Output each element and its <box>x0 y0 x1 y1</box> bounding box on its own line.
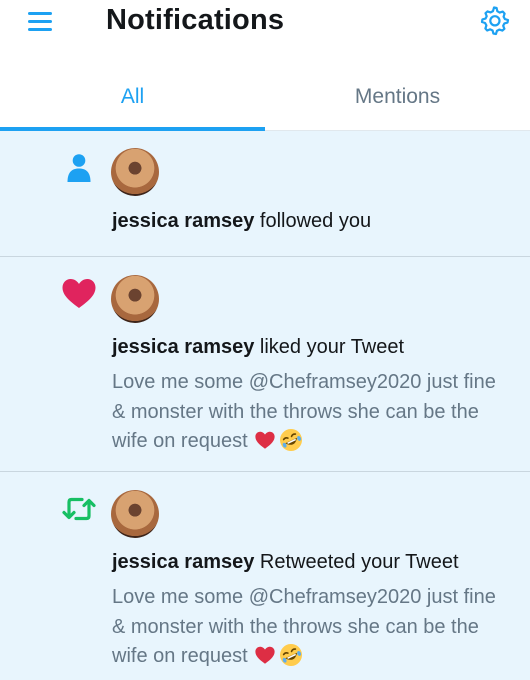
tweet-text-block: Love me some @Cheframsey2020 just fine &… <box>112 368 512 457</box>
user-name[interactable]: jessica ramsey <box>112 336 254 358</box>
heart-emoji-icon <box>255 646 275 664</box>
notification-headline: jessica ramsey liked your Tweet <box>112 336 404 359</box>
retweet-icon <box>60 490 98 528</box>
notifications-feed: jessica ramsey followed you jessica rams… <box>0 131 530 680</box>
notification-tabs: All Mentions <box>0 64 530 131</box>
tweet-text: Love me some @Cheframsey2020 just fine &… <box>112 371 496 452</box>
page-title: Notifications <box>106 4 285 36</box>
heart-icon <box>60 275 98 313</box>
user-name[interactable]: jessica ramsey <box>112 210 254 232</box>
heart-emoji-icon <box>255 431 275 449</box>
notification-like[interactable]: jessica ramsey liked your Tweet Love me … <box>0 257 530 472</box>
app-header: Notifications <box>0 0 530 56</box>
avatar[interactable] <box>111 490 159 538</box>
rolling-laughing-emoji-icon <box>279 429 302 451</box>
avatar[interactable] <box>111 148 159 196</box>
person-icon <box>60 149 98 187</box>
notification-action: liked your Tweet <box>259 336 405 358</box>
avatar[interactable] <box>111 275 159 323</box>
rolling-laughing-emoji-icon <box>279 644 302 666</box>
tab-mentions[interactable]: Mentions <box>265 64 530 131</box>
user-name[interactable]: jessica ramsey <box>112 551 254 573</box>
notification-follow[interactable]: jessica ramsey followed you <box>0 131 530 257</box>
notification-action: Retweeted your Tweet <box>259 551 459 573</box>
notification-headline: jessica ramsey followed you <box>112 210 371 233</box>
notification-headline: jessica ramsey Retweeted your Tweet <box>112 551 459 574</box>
gear-icon[interactable] <box>478 4 510 36</box>
tab-all[interactable]: All <box>0 64 265 131</box>
tweet-text-block: Love me some @Cheframsey2020 just fine &… <box>112 583 512 672</box>
tweet-text: Love me some @Cheframsey2020 just fine &… <box>112 586 496 667</box>
notification-retweet[interactable]: jessica ramsey Retweeted your Tweet Love… <box>0 472 530 680</box>
notification-action: followed you <box>259 210 372 232</box>
hamburger-menu-icon[interactable] <box>26 8 56 34</box>
